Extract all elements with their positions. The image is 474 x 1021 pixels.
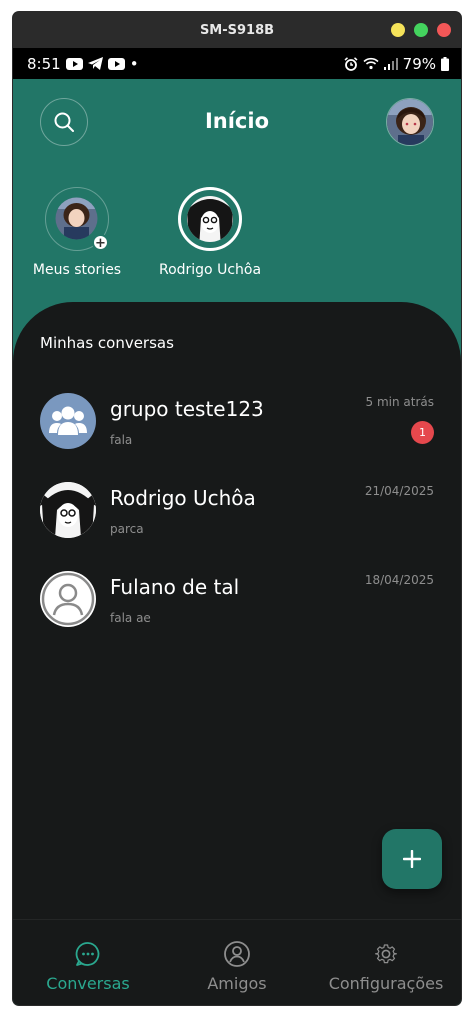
nav-item-amigos[interactable]: Amigos [162,920,312,1005]
emulator-window: SM-S918B 8:51 • 79% Início + Meus storie… [13,12,461,1005]
signal-icon [383,57,398,70]
section-title: Minhas conversas [40,334,174,352]
telegram-icon [87,57,103,70]
conversation-item[interactable]: Rodrigo Uchôa parca 21/04/2025 [40,482,434,552]
conversation-last-message: fala [110,433,133,447]
story-avatar [178,187,242,251]
plus-icon [403,850,421,868]
battery-level: 79% [402,54,436,73]
conversation-last-message: fala ae [110,611,151,625]
add-story-badge[interactable]: + [92,234,109,251]
conversation-name: Fulano de tal [110,575,240,599]
status-time: 8:51 [27,54,61,73]
conversation-name: grupo teste123 [110,397,264,421]
close-button[interactable] [437,23,451,37]
bottom-navigation: Conversas Amigos Configurações [13,919,461,1005]
window-controls [391,23,451,37]
profile-avatar[interactable] [386,98,434,146]
window-title: SM-S918B [199,22,275,38]
nav-label: Conversas [46,974,130,993]
story-label: Meus stories [32,262,122,278]
nav-item-conversas[interactable]: Conversas [13,920,163,1005]
nav-label: Amigos [207,974,267,993]
youtube-icon [65,57,83,70]
conversation-time: 21/04/2025 [364,484,434,498]
chat-icon [75,942,100,966]
person-icon [40,571,96,627]
new-conversation-button[interactable] [382,829,442,889]
story-rodrigo[interactable]: Rodrigo Uchôa [140,187,280,278]
conversation-item[interactable]: Fulano de tal fala ae 18/04/2025 [40,571,434,641]
youtube-icon [107,57,125,70]
story-label: Rodrigo Uchôa [158,262,262,278]
gear-icon [374,944,398,964]
story-my-stories[interactable]: + Meus stories [13,187,147,278]
user-photo-avatar [40,482,96,538]
conversation-item[interactable]: grupo teste123 fala 5 min atrás 1 [40,393,434,463]
nav-item-configuracoes[interactable]: Configurações [311,920,461,1005]
app-screen: Início + Meus stories Rodrigo Uchôa Minh… [13,79,461,1005]
nav-label: Configurações [328,974,444,993]
unread-badge: 1 [411,421,434,444]
conversation-time: 5 min atrás [365,395,435,409]
battery-icon [441,56,449,71]
conversations-panel: Minhas conversas grupo teste123 fala 5 m… [13,302,461,919]
conversation-time: 18/04/2025 [364,573,434,587]
group-icon [40,393,96,449]
alarm-icon [344,56,358,71]
minimize-button[interactable] [391,23,405,37]
stories-row: + Meus stories Rodrigo Uchôa [13,187,461,287]
status-bar: 8:51 • 79% [13,48,461,79]
window-titlebar: SM-S918B [13,12,461,48]
person-circle-icon [224,941,250,967]
conversation-last-message: parca [110,522,144,536]
status-notification-dot: • [129,54,139,73]
maximize-button[interactable] [414,23,428,37]
app-header: Início [13,79,461,163]
conversation-name: Rodrigo Uchôa [110,486,256,510]
story-avatar: + [45,187,109,251]
wifi-icon [363,57,379,70]
